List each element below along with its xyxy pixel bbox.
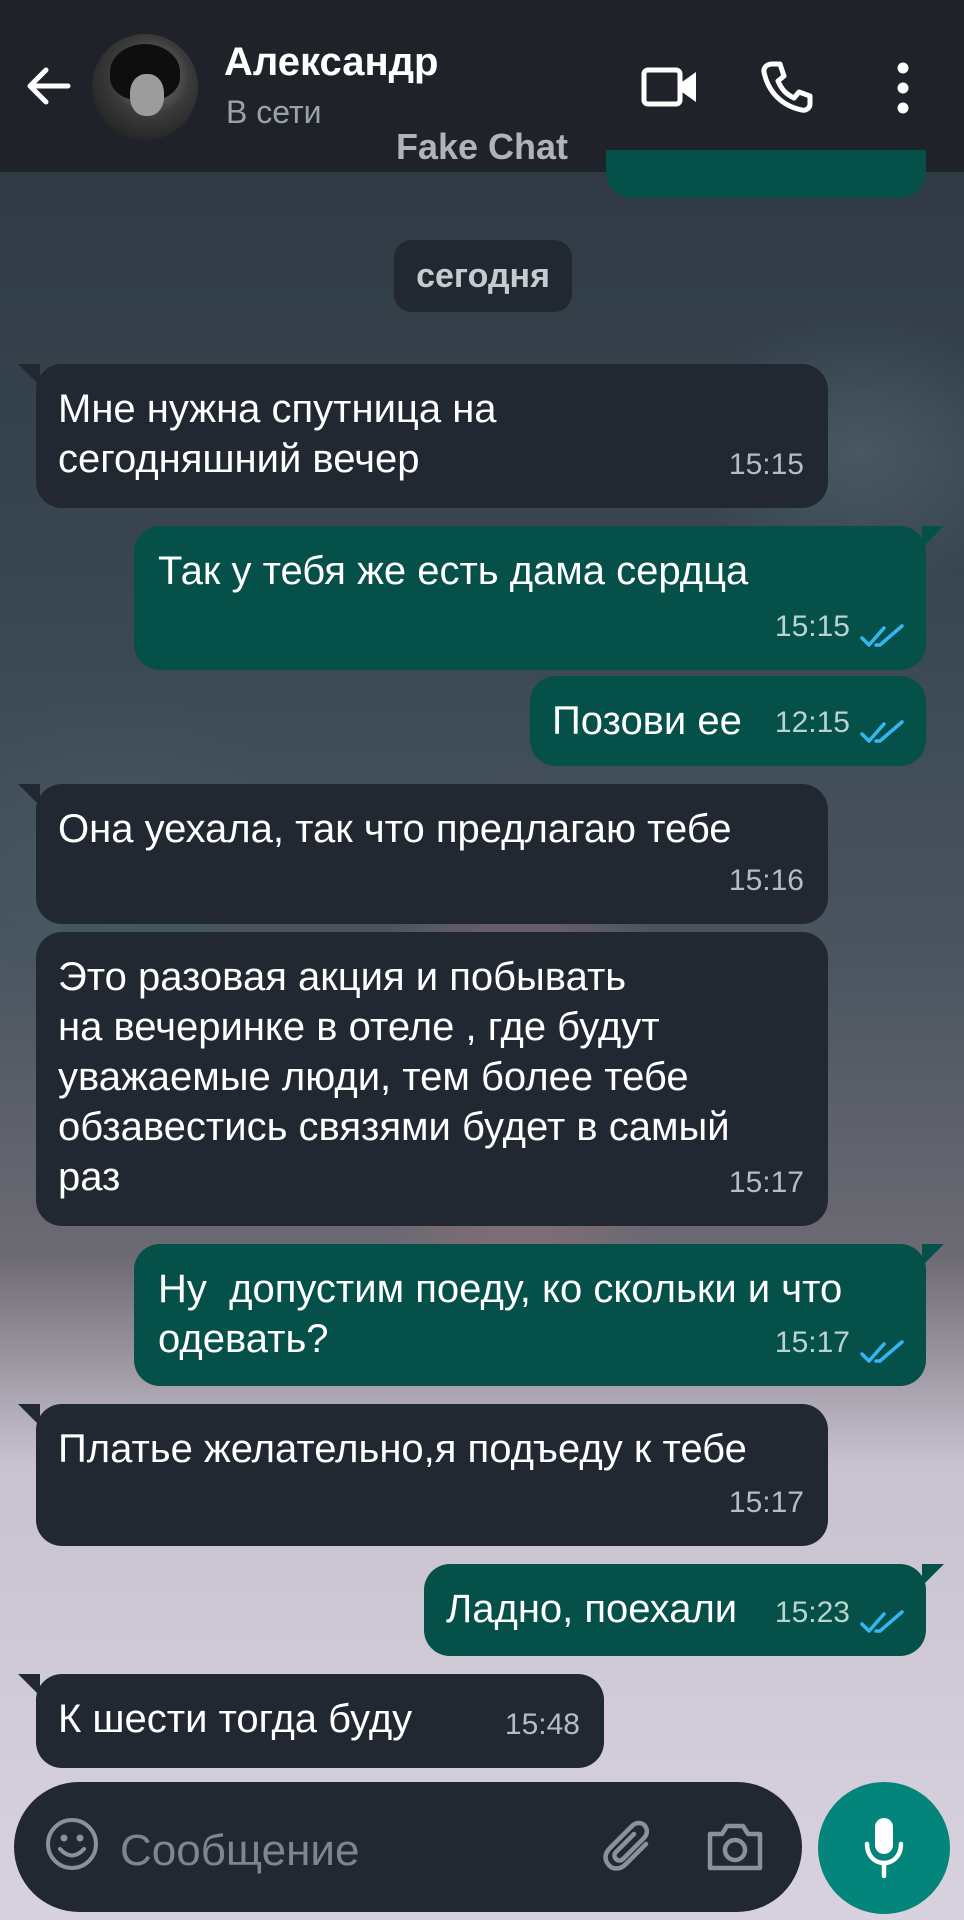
read-ticks-icon [860,624,904,647]
message-text: Платье желательно,я подъеду к тебе [58,1427,747,1471]
message-time: 15:17 [728,1486,804,1519]
message-time: 15:17 [774,1326,850,1359]
outgoing-message[interactable]: Так у тебя же есть дама сердца 15:15 [134,526,944,670]
message-time: 15:15 [728,448,804,481]
outgoing-message[interactable]: Позови ее 12:15 [530,676,926,766]
message-input[interactable] [118,1820,562,1882]
video-call-icon[interactable] [640,62,700,112]
message-text: Она уехала, так что предлагаю тебе [58,807,732,851]
read-ticks-icon [860,1610,904,1633]
message-text: Это разовая акция и побывать на вечеринк… [58,955,730,1199]
camera-icon[interactable] [704,1818,766,1874]
avatar[interactable] [92,34,198,140]
message-text: К шести тогда буду [58,1697,413,1741]
message-time: 15:48 [504,1708,580,1741]
incoming-message[interactable]: Это разовая акция и побывать на вечеринк… [36,932,828,1226]
emoji-icon[interactable] [44,1816,100,1872]
date-divider: сегодня [394,240,572,312]
more-vert-icon[interactable] [888,58,918,118]
incoming-message[interactable]: К шести тогда буду 15:48 [18,1674,604,1768]
previous-message-edge [606,150,926,198]
back-arrow-icon[interactable] [18,56,78,116]
read-ticks-icon [860,720,904,743]
message-time: 15:15 [774,610,850,643]
incoming-message[interactable]: Она уехала, так что предлагаю тебе 15:16 [18,784,828,924]
message-time: 15:23 [774,1596,850,1629]
outgoing-message[interactable]: Ну допустим поеду, ко скольки и что одев… [134,1244,944,1386]
mic-icon [864,1818,904,1879]
read-ticks-icon [860,1340,904,1363]
mic-button[interactable] [818,1782,950,1914]
message-text: Так у тебя же есть дама сердца [158,549,749,593]
message-text: Позови ее [552,699,742,743]
outgoing-message[interactable]: Ладно, поехали 15:23 [424,1564,944,1656]
contact-name[interactable]: Александр [224,40,438,85]
message-time: 15:17 [728,1166,804,1199]
message-time: 12:15 [774,706,850,739]
message-time: 15:16 [728,864,804,897]
message-text: Мне нужна спутница на сегодняшний вечер [58,387,497,481]
incoming-message[interactable]: Мне нужна спутница на сегодняшний вечер … [18,364,828,508]
phone-icon[interactable] [758,58,816,116]
attach-icon[interactable] [600,1818,660,1878]
incoming-message[interactable]: Платье желательно,я подъеду к тебе 15:17 [18,1404,828,1546]
